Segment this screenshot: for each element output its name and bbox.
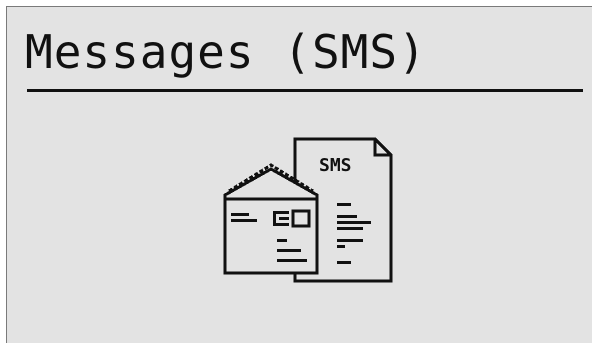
sms-messages-icon: SMS <box>215 127 395 287</box>
sms-document-label: SMS <box>319 155 352 176</box>
page-title: Messages (SMS) <box>25 25 427 79</box>
messages-screen: Messages (SMS) SMS <box>6 6 592 343</box>
title-divider <box>27 89 583 92</box>
